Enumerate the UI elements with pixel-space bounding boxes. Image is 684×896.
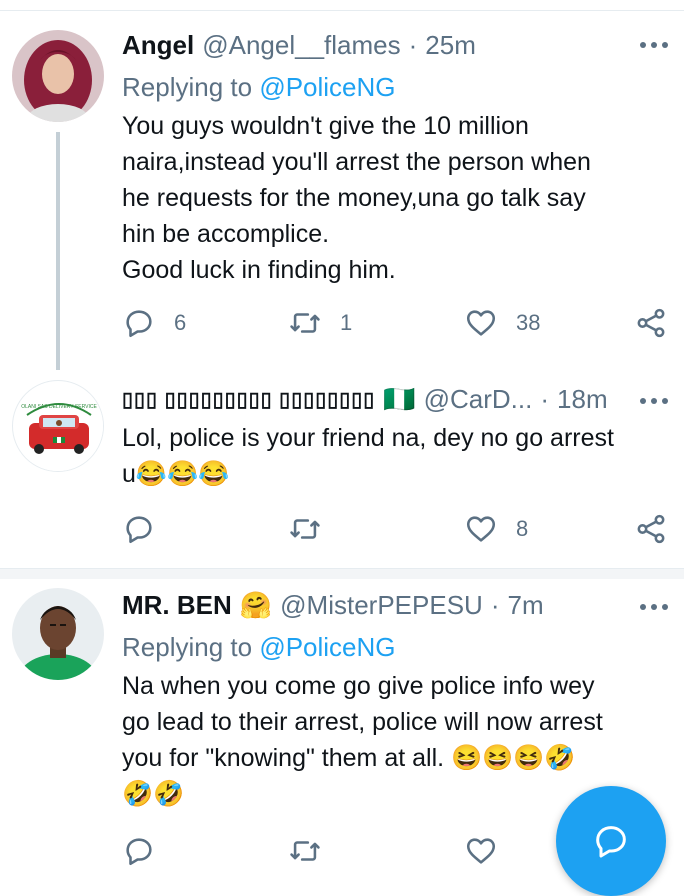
reply-button[interactable]: 6 — [122, 306, 186, 340]
thread-line — [56, 132, 60, 370]
tweet-text: You guys wouldn't give the 10 million na… — [122, 112, 591, 284]
tweet-card[interactable]: OLANI SAS DELIVERY SERVICE ▯▯▯ ▯▯▯▯▯▯▯▯▯… — [0, 370, 684, 568]
share-icon — [637, 308, 665, 338]
tweet-actions: 6 1 38 — [122, 306, 672, 346]
reply-icon — [126, 838, 152, 866]
top-divider — [0, 0, 684, 11]
tweet-actions: 8 — [122, 512, 672, 552]
separator-dot: · — [540, 384, 550, 414]
retweet-icon — [290, 841, 320, 861]
more-icon[interactable] — [640, 604, 670, 614]
retweet-button[interactable]: 1 — [288, 306, 352, 340]
reply-icon — [126, 516, 152, 544]
compose-button[interactable] — [556, 786, 666, 896]
avatar-badge-text: OLANI SAS DELIVERY SERVICE — [21, 404, 97, 410]
separator-dot: · — [490, 590, 500, 620]
replying-to: Replying to @PoliceNG — [122, 72, 396, 103]
display-name[interactable]: Angel — [122, 30, 194, 61]
username[interactable]: @Angel__flames — [202, 30, 400, 61]
reply-button[interactable] — [122, 512, 174, 546]
more-icon[interactable] — [640, 42, 670, 52]
retweet-icon — [290, 519, 320, 539]
reply-button[interactable] — [122, 834, 174, 868]
timestamp[interactable]: 18m — [557, 384, 608, 415]
replying-to-label: Replying to — [122, 72, 260, 102]
avatar[interactable] — [12, 588, 104, 680]
like-count: 38 — [516, 310, 541, 335]
replying-to-label: Replying to — [122, 632, 260, 662]
tweet-header: ▯▯▯ ▯▯▯▯▯▯▯▯▯ ▯▯▯▯▯▯▯▯ 🇳🇬 @CarD... · 18m — [122, 384, 684, 415]
mention-link[interactable]: @PoliceNG — [259, 72, 395, 102]
share-icon — [637, 514, 665, 544]
heart-icon — [466, 516, 496, 542]
tweet-header: MR. BEN 🤗 @MisterPEPESU · 7m — [122, 590, 684, 621]
retweet-count: 1 — [340, 310, 353, 335]
display-name[interactable]: MR. BEN — [122, 590, 232, 621]
separator-dot: · — [408, 30, 418, 60]
like-button[interactable]: 8 — [464, 512, 528, 546]
tweet-header: Angel @Angel__flames · 25m — [122, 30, 684, 61]
heart-icon — [466, 310, 496, 336]
tweet-angel[interactable]: Angel @Angel__flames · 25m Replying to @… — [0, 12, 684, 370]
like-count: 8 — [516, 516, 529, 541]
avatar[interactable]: OLANI SAS DELIVERY SERVICE — [12, 380, 104, 472]
replying-to: Replying to @PoliceNG — [122, 632, 396, 663]
like-button[interactable] — [464, 834, 516, 868]
flag-emoji: 🇳🇬 — [383, 384, 416, 414]
avatar[interactable] — [12, 30, 104, 122]
share-button[interactable] — [634, 512, 668, 546]
reply-icon — [126, 310, 152, 338]
hugging-emoji: 🤗 — [239, 590, 273, 620]
tweet-text: Lol, police is your friend na, dey no go… — [122, 424, 614, 488]
username[interactable]: @MisterPEPESU — [280, 590, 483, 621]
more-icon[interactable] — [640, 398, 670, 408]
mention-link[interactable]: @PoliceNG — [259, 632, 395, 662]
retweet-button[interactable] — [288, 834, 340, 868]
retweet-button[interactable] — [288, 512, 340, 546]
username[interactable]: @CarD... — [424, 384, 533, 415]
share-button[interactable] — [634, 306, 668, 340]
like-button[interactable]: 38 — [464, 306, 540, 340]
timestamp[interactable]: 25m — [425, 30, 476, 61]
timestamp[interactable]: 7m — [507, 590, 543, 621]
display-name[interactable]: ▯▯▯ ▯▯▯▯▯▯▯▯▯ ▯▯▯▯▯▯▯▯ — [122, 387, 375, 412]
retweet-icon — [290, 313, 320, 333]
compose-icon — [596, 826, 626, 858]
heart-icon — [466, 838, 496, 864]
conversation-separator — [0, 568, 684, 579]
reply-count: 6 — [174, 310, 187, 335]
